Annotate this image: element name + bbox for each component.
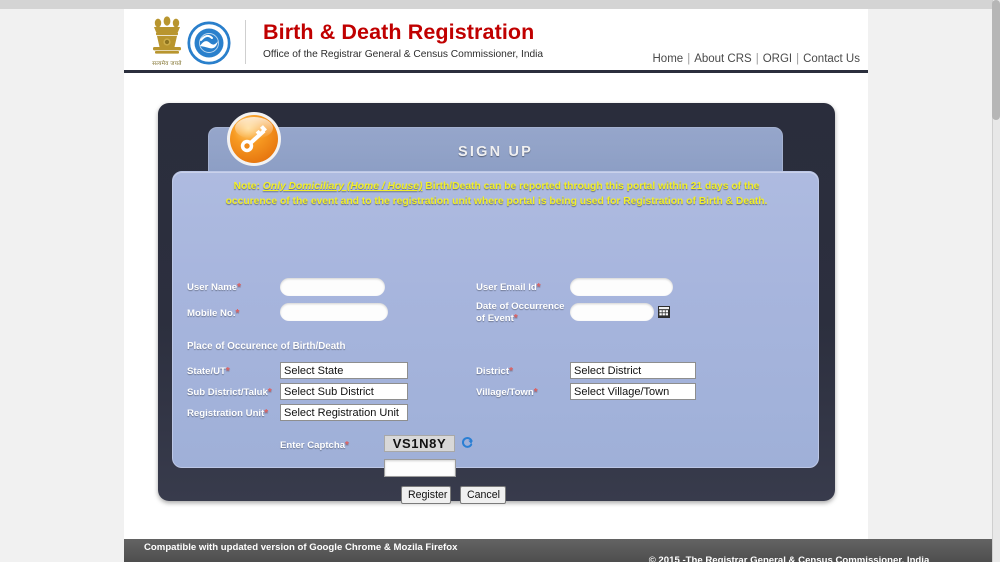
state-required: * (225, 366, 230, 377)
calendar-icon[interactable] (658, 305, 670, 318)
user-email-input[interactable] (570, 278, 673, 296)
nav-item-home[interactable]: Home (653, 53, 684, 65)
site-subtitle: Office of the Registrar General & Census… (263, 48, 544, 60)
registration-unit-label-text: Registration Unit (187, 408, 265, 419)
site-footer: Compatible with updated version of Googl… (124, 539, 992, 562)
village-town-select-wrapper[interactable]: Select Village/Town (570, 383, 696, 400)
page-scrollbar[interactable] (992, 0, 1000, 562)
signup-heading: SIGN UP (457, 144, 534, 160)
user-name-required: * (237, 282, 242, 293)
key-icon (226, 111, 282, 167)
village-town-select[interactable]: Select Village/Town (570, 383, 696, 400)
sub-district-select[interactable]: Select Sub District (280, 383, 408, 400)
captcha-code: VS1N8Y (384, 435, 455, 452)
date-label-line1: Date of Occurrence (476, 301, 565, 312)
census-logo-icon (187, 21, 231, 65)
date-of-occurrence-label: Date of Occurrence of Event* (476, 301, 566, 325)
footer-compatibility-text: Compatible with updated version of Googl… (144, 542, 458, 553)
site-title-block: Birth & Death Registration Office of the… (263, 20, 544, 60)
registration-unit-select-wrapper[interactable]: Select Registration Unit (280, 404, 408, 421)
mobile-no-label-text: Mobile No. (187, 308, 236, 319)
note-prefix: Note: (233, 181, 263, 192)
nav-separator-1: | (687, 53, 691, 65)
nav-item-orgi[interactable]: ORGI (763, 53, 792, 65)
signup-header-panel: SIGN UP (208, 127, 783, 177)
captcha-label-text: Enter Captcha (280, 440, 346, 451)
registration-unit-select[interactable]: Select Registration Unit (280, 404, 408, 421)
signup-form-panel: Note: Only Domiciliary (Home / House) Bi… (172, 171, 819, 504)
registration-unit-label: Registration Unit* (187, 408, 268, 420)
user-name-input[interactable] (280, 278, 385, 296)
nav-separator-3: | (796, 53, 800, 65)
top-navigation: Home | About CRS | ORGI | Contact Us (653, 53, 861, 65)
browser-viewport: सत्यमेव जयते Birth & Death Registration … (0, 0, 1000, 562)
sub-district-label: Sub District/Taluk* (187, 387, 272, 399)
state-select[interactable]: Select State (280, 362, 408, 379)
place-of-occurrence-heading: Place of Occurence of Birth/Death (187, 341, 346, 352)
sub-district-required: * (267, 387, 272, 398)
district-label: District* (476, 366, 513, 378)
user-email-label: User Email Id* (476, 282, 541, 294)
header-divider (245, 20, 246, 64)
register-button[interactable]: Register (401, 486, 451, 504)
user-name-label: User Name* (187, 282, 241, 294)
captcha-label: Enter Captcha* (280, 440, 349, 452)
district-select[interactable]: Select District (570, 362, 696, 379)
date-of-occurrence-input[interactable] (570, 303, 654, 321)
nav-item-contact-us[interactable]: Contact Us (803, 53, 860, 65)
user-email-required: * (536, 282, 541, 293)
browser-chrome-strip (0, 0, 1000, 9)
captcha-required: * (345, 440, 349, 451)
registration-unit-required: * (264, 408, 269, 419)
district-label-text: District (476, 366, 510, 377)
scrollbar-thumb[interactable] (992, 0, 1000, 120)
nav-item-about-crs[interactable]: About CRS (694, 53, 752, 65)
user-name-label-text: User Name (187, 282, 238, 293)
state-label: State/UT* (187, 366, 230, 378)
user-email-label-text: User Email Id (476, 282, 537, 293)
site-header: सत्यमेव जयते Birth & Death Registration … (124, 9, 868, 71)
village-town-label: Village/Town* (476, 387, 538, 399)
header-bottom-rule (124, 70, 868, 73)
date-required: * (513, 313, 518, 324)
refresh-icon[interactable] (461, 436, 474, 449)
cancel-button[interactable]: Cancel (460, 486, 506, 504)
domiciliary-note: Note: Only Domiciliary (Home / House) Bi… (209, 180, 784, 209)
district-required: * (509, 366, 513, 377)
mobile-no-label: Mobile No.* (187, 308, 239, 320)
state-label-text: State/UT (187, 366, 226, 377)
footer-copyright: © 2015 -The Registrar General & Census C… (648, 555, 930, 562)
captcha-input[interactable] (384, 459, 456, 477)
district-select-wrapper[interactable]: Select District (570, 362, 696, 379)
nav-separator-2: | (755, 53, 759, 65)
village-town-required: * (533, 387, 538, 398)
note-emphasis: Only Domiciliary (Home / House) (262, 181, 423, 192)
mobile-no-input[interactable] (280, 303, 388, 321)
village-town-label-text: Village/Town (476, 387, 534, 398)
mobile-no-required: * (235, 308, 240, 319)
sub-district-select-wrapper[interactable]: Select Sub District (280, 383, 408, 400)
sub-district-label-text: Sub District/Taluk (187, 387, 268, 398)
signup-outer-panel: SIGN UP Note: Only Domiciliary (Home / H… (158, 103, 835, 504)
date-label-line2: of Event (476, 313, 514, 324)
page-title: Birth & Death Registration (263, 20, 535, 44)
state-select-wrapper[interactable]: Select State (280, 362, 408, 379)
